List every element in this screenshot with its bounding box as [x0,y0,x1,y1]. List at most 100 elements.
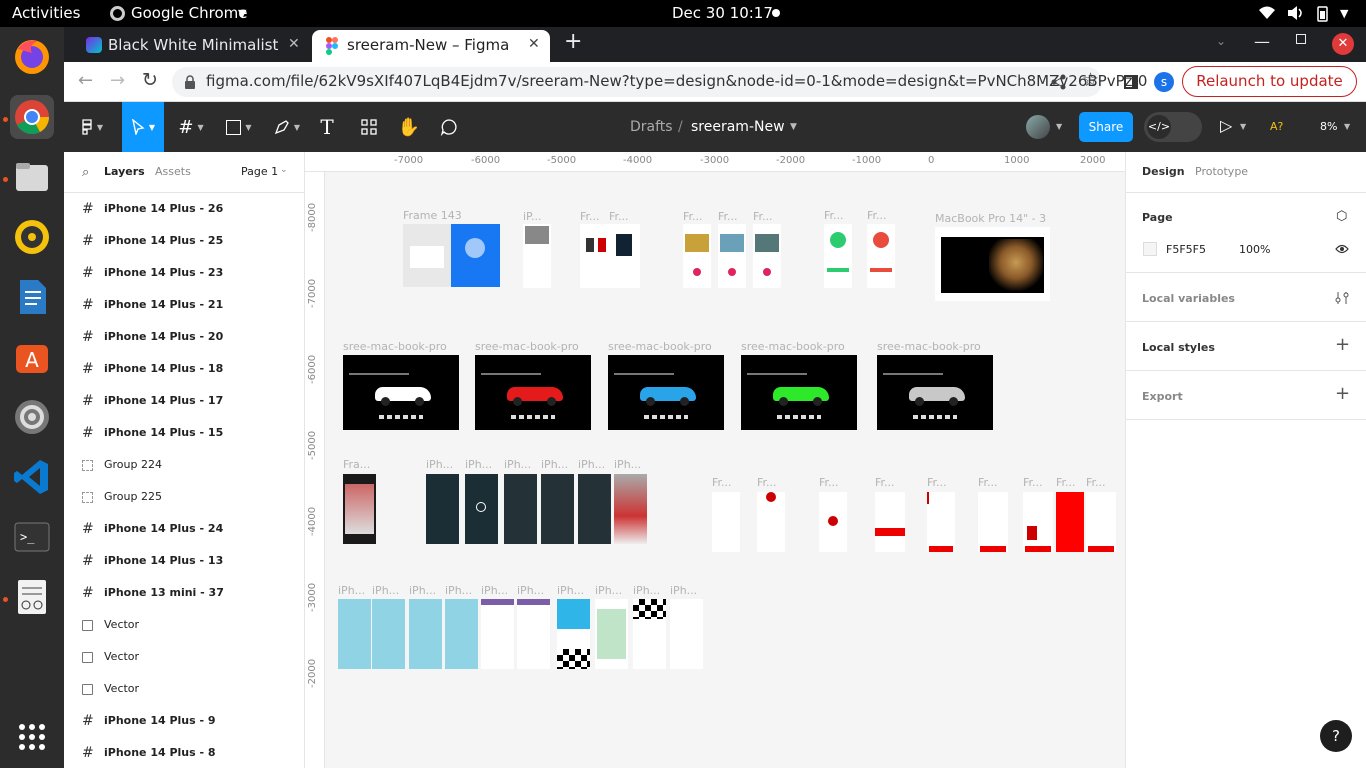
present-play-icon[interactable]: ▷ [1220,116,1232,135]
page-color-value[interactable]: F5F5F5 [1166,243,1206,256]
frame-thumb[interactable] [875,492,905,552]
firefox-icon[interactable] [10,35,54,79]
frame-label[interactable]: Fr... [875,476,895,489]
frame-thumb[interactable] [683,224,711,288]
help-button[interactable]: ? [1320,720,1352,752]
frame-thumb[interactable] [481,599,514,669]
tab-design[interactable]: Design [1142,165,1185,178]
car-landing-frame[interactable] [877,355,993,430]
frame-label[interactable]: Fr... [683,210,703,223]
tab-canva[interactable]: Black White Minimalist C ✕ [72,30,308,62]
frame-thumb[interactable] [1023,492,1053,552]
shape-tool-button[interactable]: ▼ [220,102,258,152]
success-frame-thumb[interactable] [824,224,852,288]
frame-label[interactable]: Fr... [1056,476,1076,489]
chat-list-thumb[interactable] [578,474,611,544]
frame-label[interactable]: iPh... [541,458,568,471]
files-icon[interactable] [10,155,54,199]
frame-label[interactable]: Fr... [580,210,600,223]
frame-label[interactable]: Fr... [978,476,998,489]
frame-label[interactable]: iPh... [338,584,365,597]
layer-row[interactable]: # iPhone 14 Plus - 23 [64,257,304,289]
hand-tool-button[interactable]: ✋ [396,102,422,152]
style-icon[interactable]: ⬡ [1336,209,1347,224]
layer-row[interactable]: # iPhone 14 Plus - 18 [64,353,304,385]
frame-label[interactable]: Fr... [1086,476,1106,489]
layer-row[interactable]: # iPhone 14 Plus - 25 [64,225,304,257]
frame-label[interactable]: Fr... [718,210,738,223]
car-landing-frame[interactable] [475,355,591,430]
frame-label[interactable]: sree-mac-book-pro [475,340,579,353]
frame-thumb[interactable] [927,492,955,552]
layer-row[interactable]: # iPhone 14 Plus - 20 [64,321,304,353]
frame-thumb[interactable] [580,224,640,288]
chrome-menu-icon[interactable]: ⋮ [1358,66,1366,87]
terminal-icon[interactable]: >_ [10,515,54,559]
frame-thumb[interactable] [978,492,1008,552]
frame-label[interactable]: iPh... [578,458,605,471]
avatar-menu-chevron-icon[interactable]: ▼ [1056,122,1062,131]
system-menu-arrow-icon[interactable]: ▼ [1340,7,1348,20]
frame-label[interactable]: iPh... [614,458,641,471]
rhythmbox-icon[interactable] [10,215,54,259]
frame-thumb[interactable] [445,599,478,669]
frame-thumb[interactable] [523,224,551,288]
tab-prototype[interactable]: Prototype [1195,165,1248,178]
frame-thumb[interactable] [338,599,371,669]
activities-button[interactable]: Activities [12,4,80,22]
frame-label[interactable]: Fr... [819,476,839,489]
error-frame-thumb[interactable] [867,224,895,288]
side-panel-icon[interactable] [1124,75,1138,89]
frame-label[interactable]: iPh... [409,584,436,597]
frame-label[interactable]: iPh... [670,584,697,597]
layer-row[interactable]: # iPhone 14 Plus - 8 [64,737,304,769]
frame-thumb[interactable] [1086,492,1116,552]
file-name[interactable]: sreeram-New [691,119,785,135]
frame-thumb[interactable] [372,599,405,669]
text-editor-icon[interactable] [10,575,54,619]
frame-thumb[interactable] [557,599,590,669]
frame-thumb[interactable] [633,599,666,669]
page-opacity[interactable]: 100% [1239,243,1270,256]
layer-row[interactable]: # iPhone 14 Plus - 24 [64,513,304,545]
page-selector[interactable]: Page 1 [241,165,278,178]
frame-label[interactable]: iPh... [504,458,531,471]
layer-row[interactable]: # iPhone 14 Plus - 26 [64,193,304,225]
present-menu-chevron-icon[interactable]: ▼ [1240,122,1246,131]
layer-row[interactable]: Group 225 [64,481,304,513]
frame-label[interactable]: sree-mac-book-pro [343,340,447,353]
pen-tool-button[interactable]: ▼ [268,102,306,152]
frame-label[interactable]: Fr... [712,476,732,489]
layer-row[interactable]: Vector [64,609,304,641]
tab-search-chevron-icon[interactable]: ⌄ [1216,34,1226,48]
page-chevron-icon[interactable]: ⌄ [280,165,288,175]
close-tab-icon[interactable]: ✕ [528,36,540,52]
frame-label[interactable]: iPh... [481,584,508,597]
main-menu-button[interactable]: ▼ [76,102,108,152]
tab-assets[interactable]: Assets [155,165,191,178]
frame-thumb[interactable] [718,224,746,288]
settings-icon[interactable] [10,395,54,439]
frame-label[interactable]: Fr... [927,476,947,489]
layer-row[interactable]: # iPhone 13 mini - 37 [64,577,304,609]
search-icon[interactable]: ⌕ [82,165,89,180]
layer-row[interactable]: # iPhone 14 Plus - 21 [64,289,304,321]
tab-figma[interactable]: sreeram-New – Figma ✕ [312,30,550,62]
close-window-icon[interactable]: ✕ [1332,33,1354,55]
frame-label[interactable]: Fr... [867,209,887,222]
bookmark-star-icon[interactable]: ☆ [1082,69,1099,91]
frame-label[interactable]: iP... [523,210,541,223]
close-tab-icon[interactable]: ✕ [288,36,300,52]
share-button[interactable]: Share [1079,112,1133,142]
show-apps-icon[interactable] [10,715,54,759]
layer-row[interactable]: Vector [64,673,304,705]
visibility-eye-icon[interactable] [1335,244,1349,254]
car-landing-frame[interactable] [343,355,459,430]
frame-thumb[interactable] [426,474,459,544]
reload-icon[interactable]: ↻ [142,69,158,91]
frame-label[interactable]: Fr... [757,476,777,489]
frame-tool-button[interactable]: # ▼ [172,102,210,152]
car-landing-frame[interactable] [741,355,857,430]
frame-label[interactable]: Fr... [824,209,844,222]
text-tool-button[interactable]: T [314,102,340,152]
